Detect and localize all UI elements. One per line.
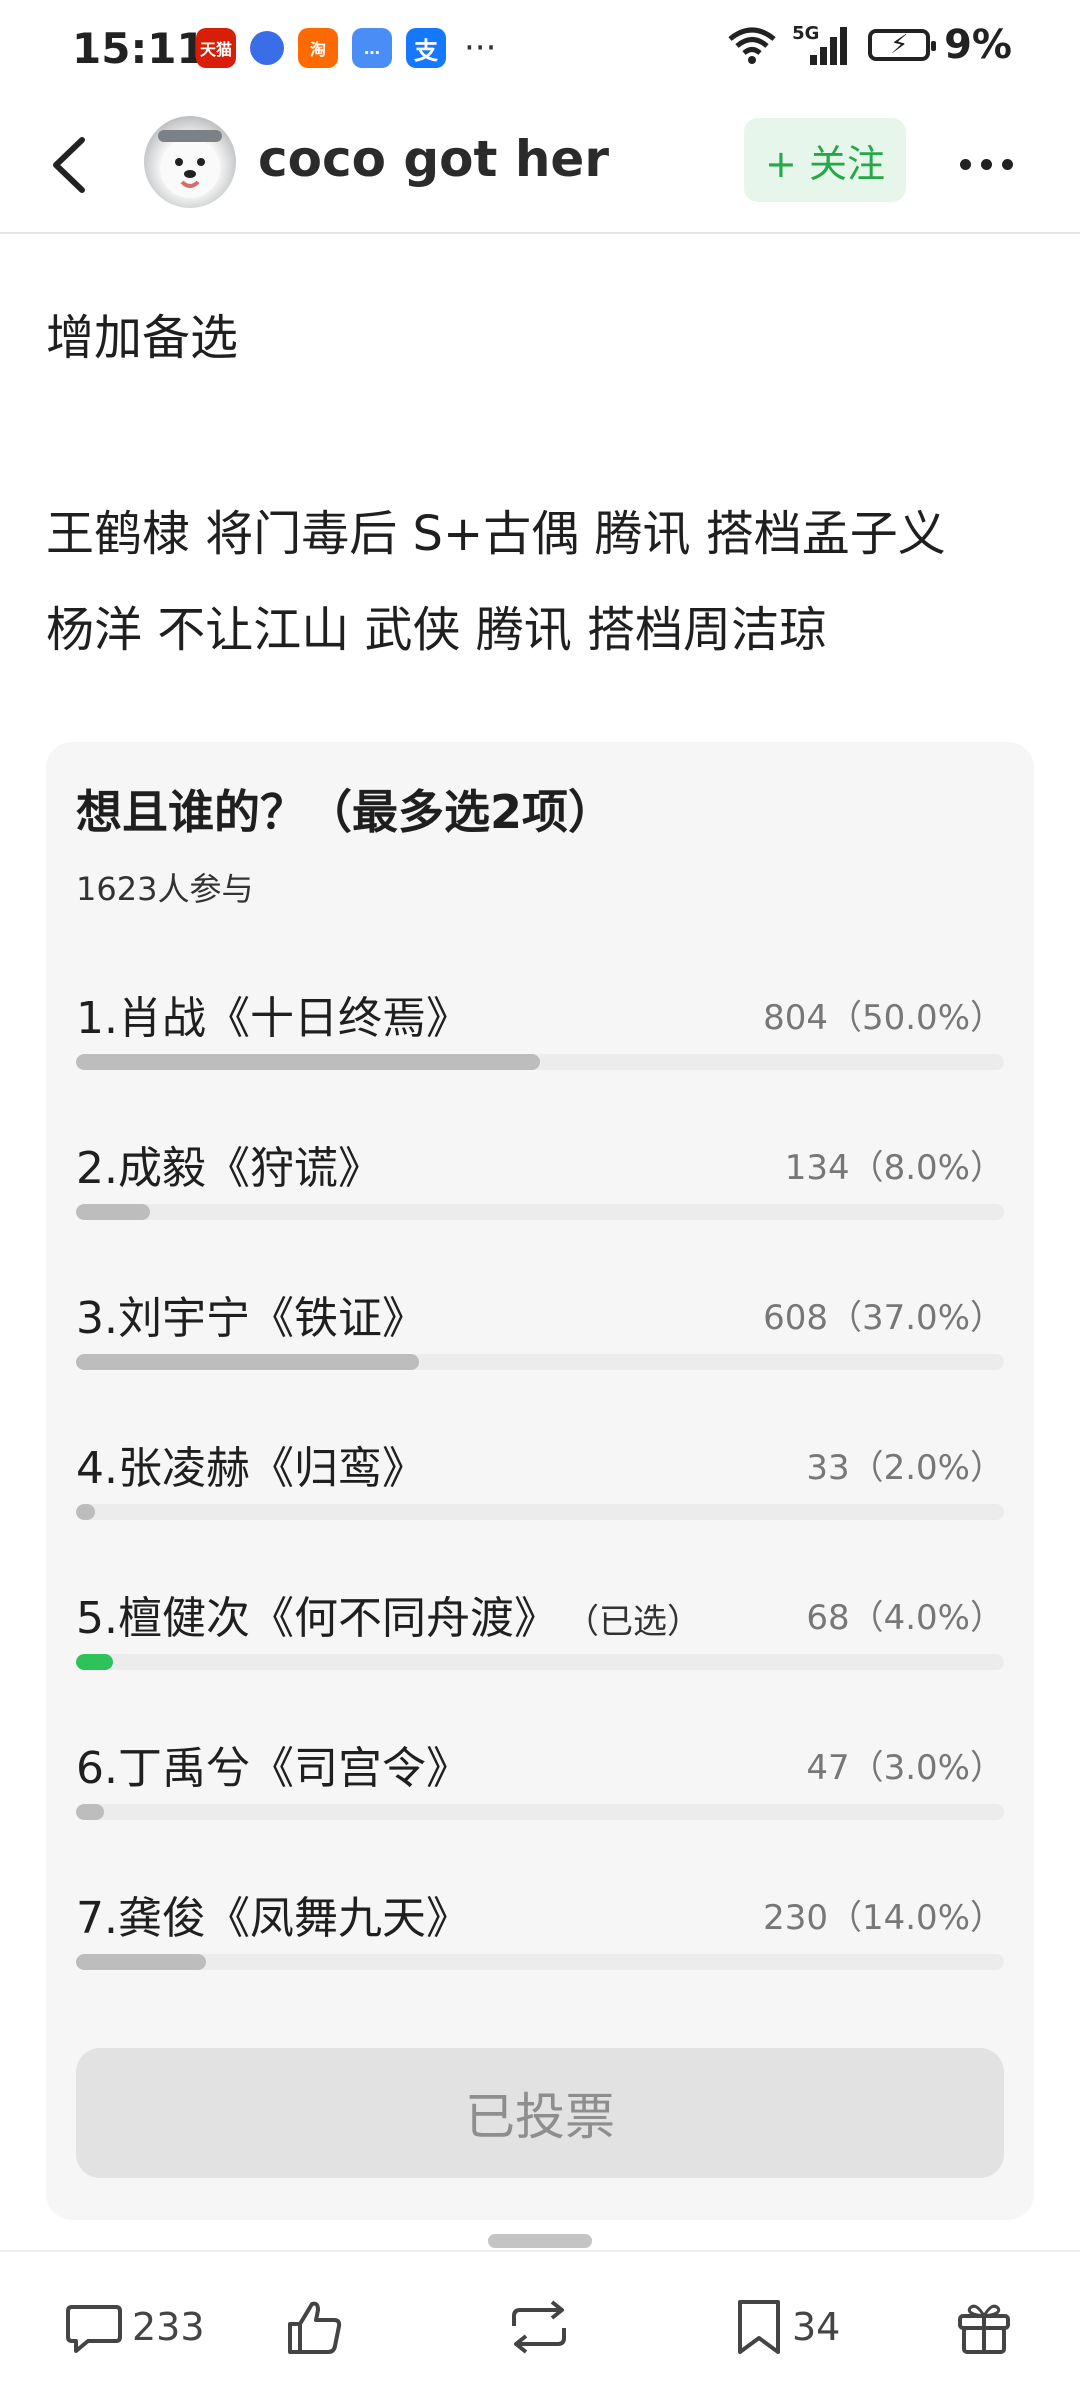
- poll-option-label: 7.龚俊《凤舞九天》: [76, 1893, 470, 1944]
- message-app-icon: …: [352, 28, 392, 68]
- status-indicators: 5G ⚡ 9%: [726, 22, 1012, 68]
- thumbs-up-icon: [288, 2301, 342, 2354]
- comment-button[interactable]: 233: [64, 2292, 205, 2362]
- poll-option-label: 1.肖战《十日终焉》: [76, 993, 470, 1044]
- poll-option-fill: [76, 1054, 540, 1070]
- poll-option-fill: [76, 1504, 95, 1520]
- poll-participants: 1623人参与: [76, 870, 254, 908]
- battery-icon: ⚡: [868, 29, 937, 61]
- status-bar: 15:11 天猫 淘 … 支 ··· 5G ⚡ 9%: [0, 0, 1080, 100]
- avatar[interactable]: [144, 116, 236, 208]
- back-arrow-icon: [53, 137, 85, 193]
- more-dot-icon: [1001, 158, 1013, 170]
- poll-option-bar: [76, 1054, 1004, 1070]
- browser-app-icon: [250, 31, 284, 65]
- poll-option-bar: [76, 1504, 1004, 1520]
- poll-option-bar: [76, 1804, 1004, 1820]
- poll-card: 想且谁的？（最多选2项） 1623人参与 1.肖战《十日终焉》 804（50.0…: [46, 742, 1034, 2220]
- poll-option-label: 4.张凌赫《归鸾》: [76, 1443, 426, 1494]
- poll-option-fill: [76, 1954, 206, 1970]
- post-header: coco got her + 关注: [0, 100, 1080, 234]
- post-line-2: 王鹤棣 将门毒后 S+古偶 腾讯 搭档孟子义: [46, 506, 946, 562]
- poll-option-bar: [76, 1954, 1004, 1970]
- more-notifications-icon: ···: [464, 28, 497, 68]
- poll-option-fill: [76, 1654, 114, 1670]
- poll-option-stat: 804（50.0%）: [763, 998, 1004, 1038]
- gift-icon: [958, 2304, 1010, 2354]
- poll-option-label: 5.檀健次《何不同舟渡》 （已选）: [76, 1593, 701, 1644]
- more-dot-icon: [980, 158, 992, 170]
- follow-button[interactable]: + 关注: [744, 118, 906, 202]
- poll-option[interactable]: 5.檀健次《何不同舟渡》 （已选） 68（4.0%）: [76, 1582, 1004, 1732]
- selected-marker: （已选）: [581, 1602, 701, 1642]
- poll-option[interactable]: 7.龚俊《凤舞九天》 230（14.0%）: [76, 1882, 1004, 2032]
- poll-option-stat: 68（4.0%）: [806, 1598, 1004, 1638]
- voted-button[interactable]: 已投票: [76, 2048, 1004, 2178]
- tmall-app-icon: 天猫: [196, 28, 236, 68]
- poll-option-fill: [76, 1204, 151, 1220]
- poll-option[interactable]: 4.张凌赫《归鸾》 33（2.0%）: [76, 1432, 1004, 1582]
- repost-button[interactable]: [504, 2292, 574, 2362]
- poll-option-label: 3.刘宇宁《铁证》: [76, 1293, 426, 1344]
- status-time: 15:11: [72, 24, 206, 73]
- wifi-icon: [728, 27, 776, 64]
- poll-option-bar: [76, 1354, 1004, 1370]
- more-dot-icon: [959, 158, 971, 170]
- poll-option-label: 2.成毅《狩谎》: [76, 1143, 382, 1194]
- back-button[interactable]: [36, 130, 106, 200]
- comment-count: 233: [132, 2305, 205, 2349]
- notification-icons: 天猫 淘 … 支 ···: [196, 28, 496, 68]
- poll-option-fill: [76, 1804, 104, 1820]
- post-line-3: 杨洋 不让江山 武侠 腾讯 搭档周洁琼: [46, 602, 828, 658]
- alipay-app-icon: 支: [406, 28, 446, 68]
- battery-level: 9%: [944, 22, 1012, 68]
- poll-option-label: 6.丁禹兮《司宫令》: [76, 1743, 470, 1794]
- drag-handle[interactable]: [488, 2234, 592, 2248]
- poll-option[interactable]: 6.丁禹兮《司宫令》 47（3.0%）: [76, 1732, 1004, 1882]
- like-button[interactable]: [284, 2292, 346, 2362]
- poll-option-stat: 47（3.0%）: [806, 1748, 1004, 1788]
- bookmark-count: 34: [792, 2305, 841, 2349]
- poll-option-stat: 134（8.0%）: [784, 1148, 1004, 1188]
- poll-option[interactable]: 2.成毅《狩谎》 134（8.0%）: [76, 1132, 1004, 1282]
- gift-button[interactable]: [954, 2292, 1014, 2362]
- poll-option-bar: [76, 1654, 1004, 1670]
- more-options-button[interactable]: [946, 134, 1026, 194]
- poll-option-stat: 230（14.0%）: [763, 1898, 1004, 1938]
- taobao-app-icon: 淘: [298, 28, 338, 68]
- poll-option-stat: 33（2.0%）: [806, 1448, 1004, 1488]
- bookmark-button[interactable]: 34: [734, 2292, 840, 2362]
- poll-option-fill: [76, 1354, 420, 1370]
- username[interactable]: coco got her: [258, 130, 609, 188]
- comment-icon: [66, 2305, 122, 2353]
- repost-icon: [512, 2300, 566, 2354]
- bookmark-icon: [738, 2300, 780, 2354]
- bottom-action-bar: 233 34: [0, 2234, 1080, 2402]
- poll-title: 想且谁的？（最多选2项）: [76, 785, 615, 839]
- signal-icon: 5G: [792, 23, 854, 67]
- poll-option[interactable]: 3.刘宇宁《铁证》 608（37.0%）: [76, 1282, 1004, 1432]
- poll-option-bar: [76, 1204, 1004, 1220]
- poll-option[interactable]: 1.肖战《十日终焉》 804（50.0%）: [76, 982, 1004, 1132]
- poll-option-stat: 608（37.0%）: [763, 1298, 1004, 1338]
- post-line-1: 增加备选: [46, 310, 239, 366]
